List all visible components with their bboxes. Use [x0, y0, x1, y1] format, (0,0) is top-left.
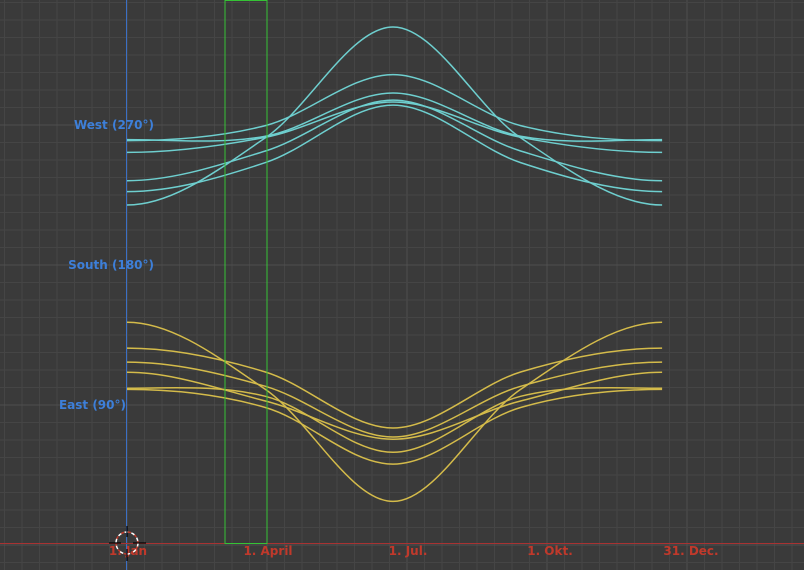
x-label-dec: 31. Dec. [663, 544, 718, 558]
x-label-jan: 1. Jan [109, 544, 147, 558]
y-label-west: West (270°) [74, 118, 154, 132]
x-label-okt: 1. Okt. [527, 544, 573, 558]
x-label-jul: 1. Jul. [389, 544, 428, 558]
graph-editor-viewport[interactable]: West (270°) South (180°) East (90°) 1. J… [0, 0, 804, 570]
y-label-east: East (90°) [59, 398, 126, 412]
viewport-background [0, 0, 804, 570]
y-label-south: South (180°) [68, 258, 154, 272]
x-label-april: 1. April [243, 544, 292, 558]
